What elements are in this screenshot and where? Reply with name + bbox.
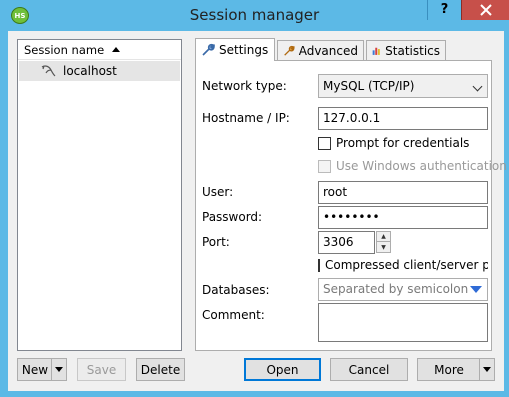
triangle-down-icon — [483, 367, 491, 372]
close-icon — [479, 4, 492, 16]
open-button[interactable]: Open — [244, 358, 321, 381]
checkbox-box — [318, 258, 320, 272]
title-bar[interactable]: HS Session manager ? — [0, 0, 509, 30]
databases-label: Databases: — [202, 283, 270, 297]
tab-settings[interactable]: Settings — [195, 38, 275, 61]
wrench-icon — [202, 43, 215, 56]
session-item-label: localhost — [63, 64, 117, 78]
session-name-column-header[interactable]: Session name — [18, 40, 181, 60]
compressed-protocol-label: Compressed client/server protocol — [325, 258, 488, 272]
tab-statistics[interactable]: Statistics — [366, 40, 446, 61]
dolphin-icon — [41, 65, 56, 77]
session-manager-window: HS Session manager ? Session name localh… — [0, 0, 509, 397]
save-button[interactable]: Save — [77, 358, 126, 381]
session-item-localhost[interactable]: localhost — [19, 61, 180, 81]
open-button-label: Open — [266, 362, 299, 377]
hostname-value: 127.0.0.1 — [323, 111, 381, 125]
databases-select[interactable]: Separated by semicolon — [318, 278, 488, 301]
column-header-label: Session name — [24, 42, 105, 57]
windows-auth-checkbox[interactable]: Use Windows authentication — [318, 159, 507, 173]
prompt-credentials-checkbox[interactable]: Prompt for credentials — [318, 136, 469, 150]
user-input[interactable]: root — [318, 181, 488, 204]
stepper-up-icon[interactable]: ▲ — [377, 232, 390, 242]
checkbox-box — [318, 159, 331, 173]
checkbox-box — [318, 136, 331, 150]
windows-auth-label: Use Windows authentication — [336, 159, 507, 173]
password-input[interactable]: •••••••• — [318, 206, 488, 229]
bar-chart-icon — [372, 47, 380, 55]
new-button-label: New — [21, 362, 49, 377]
user-label: User: — [202, 185, 234, 199]
delete-button-label: Delete — [140, 362, 181, 377]
hostname-label: Hostname / IP: — [202, 111, 290, 125]
compressed-protocol-checkbox[interactable]: Compressed client/server protocol — [318, 258, 488, 272]
sort-ascending-icon — [112, 47, 121, 52]
prompt-credentials-label: Prompt for credentials — [336, 136, 470, 150]
wrench-orange-icon — [284, 45, 295, 56]
session-tree[interactable]: Session name localhost — [17, 39, 182, 351]
network-type-select[interactable]: MySQL (TCP/IP) — [318, 74, 488, 98]
triangle-down-icon — [55, 367, 63, 372]
tab-statistics-label: Statistics — [385, 44, 440, 58]
help-button[interactable]: ? — [427, 0, 461, 20]
more-dropdown-arrow[interactable] — [479, 359, 494, 380]
comment-label: Comment: — [202, 308, 265, 322]
network-type-label: Network type: — [202, 79, 287, 93]
more-button[interactable]: More — [417, 358, 495, 381]
cancel-button-label: Cancel — [348, 362, 390, 377]
databases-placeholder: Separated by semicolon — [323, 282, 469, 296]
hostname-input[interactable]: 127.0.0.1 — [318, 107, 488, 130]
user-value: root — [323, 185, 348, 199]
delete-button[interactable]: Delete — [136, 358, 185, 381]
port-input[interactable]: 3306 — [318, 231, 375, 254]
comment-textarea[interactable] — [318, 303, 488, 342]
new-button[interactable]: New — [17, 358, 67, 381]
cancel-button[interactable]: Cancel — [330, 358, 408, 381]
chevron-down-icon — [472, 81, 483, 92]
network-type-value: MySQL (TCP/IP) — [323, 79, 415, 93]
tab-settings-label: Settings — [219, 43, 269, 57]
port-label: Port: — [202, 235, 230, 249]
save-button-label: Save — [86, 362, 117, 377]
port-stepper[interactable]: ▲ ▼ — [376, 231, 391, 253]
close-button[interactable] — [461, 0, 509, 20]
tab-advanced[interactable]: Advanced — [277, 40, 364, 61]
port-value: 3306 — [323, 235, 354, 249]
password-value: •••••••• — [323, 210, 380, 224]
settings-panel: Network type: MySQL (TCP/IP) Hostname / … — [195, 60, 507, 351]
dialog-client-area: Session name localhost Settings Advanced… — [8, 31, 507, 391]
more-button-label: More — [434, 362, 464, 377]
stepper-down-icon[interactable]: ▼ — [377, 242, 390, 252]
password-label: Password: — [202, 210, 263, 224]
tab-advanced-label: Advanced — [298, 44, 358, 58]
dropdown-triangle-icon[interactable] — [470, 286, 482, 293]
new-dropdown-arrow[interactable] — [51, 359, 66, 380]
